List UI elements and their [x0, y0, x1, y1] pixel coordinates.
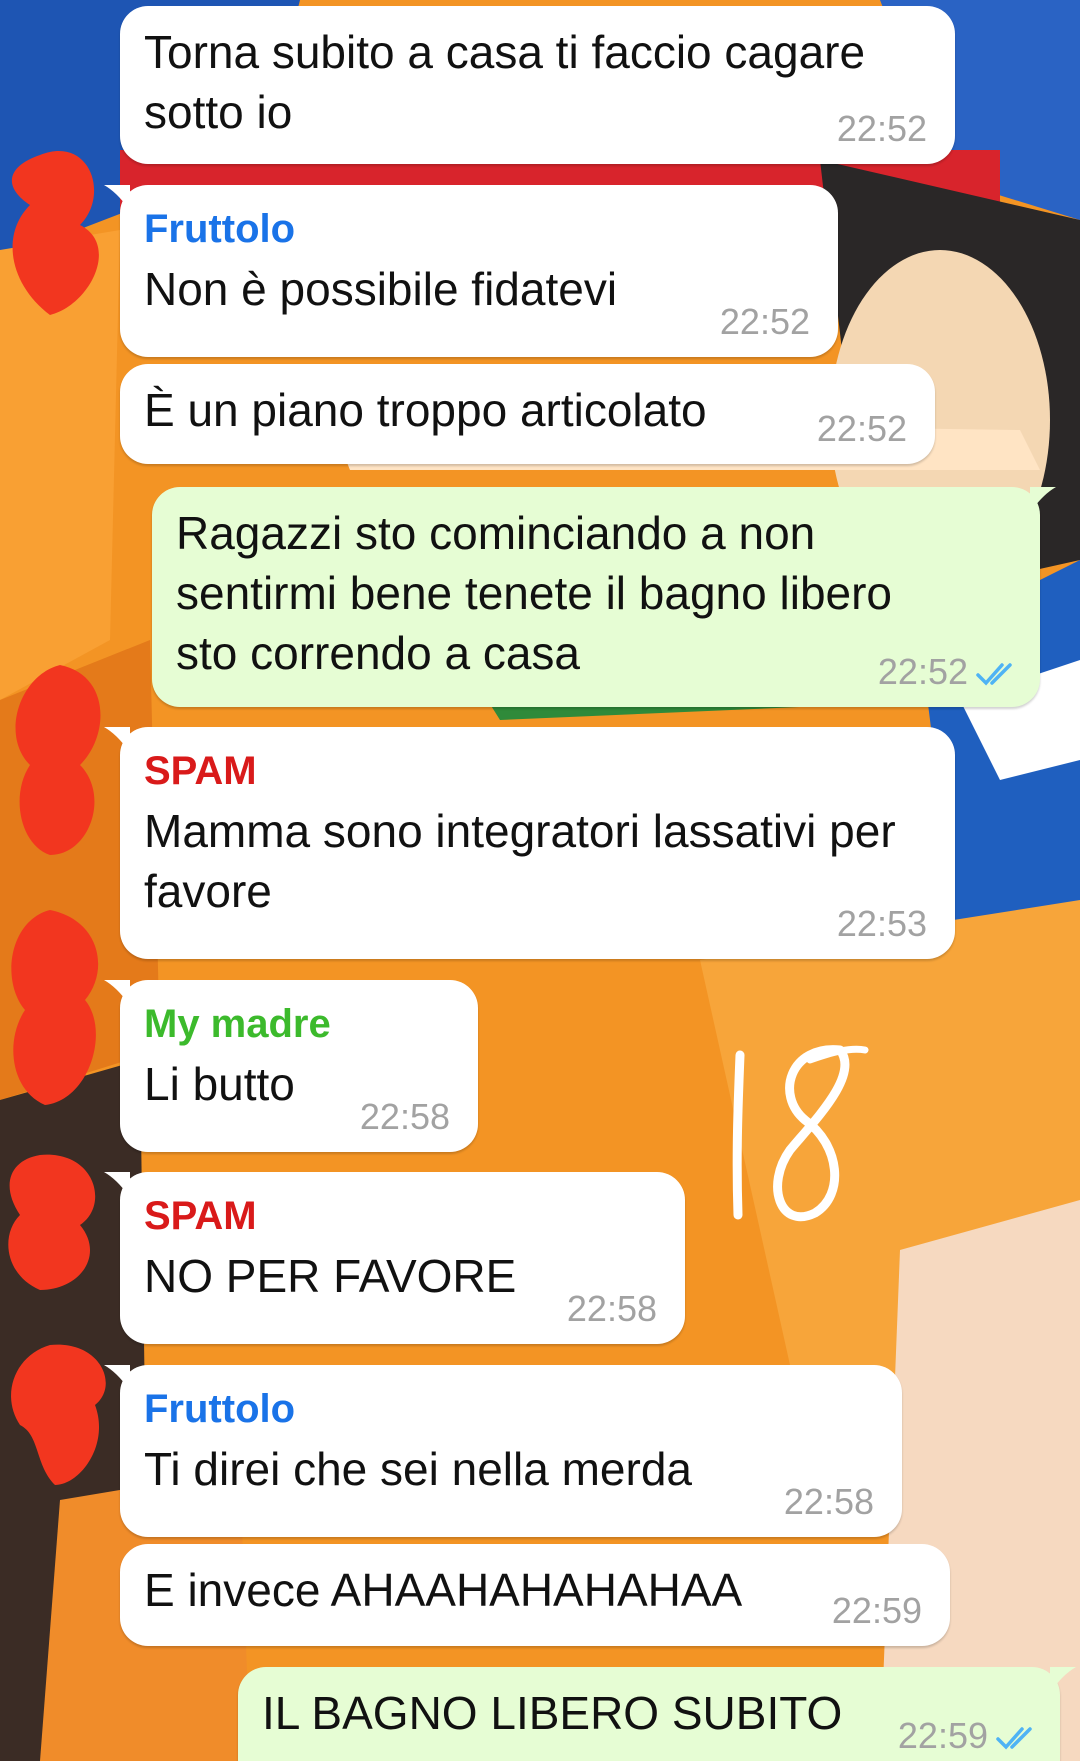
message-bubble-outgoing[interactable]: Ragazzi sto cominciando a non sentirmi b…	[152, 487, 1040, 707]
avatar-redaction	[8, 1154, 96, 1290]
message-text: Ragazzi sto cominciando a non sentirmi b…	[176, 507, 893, 679]
sender-name[interactable]: SPAM	[144, 1192, 657, 1240]
message-bubble-incoming[interactable]: Torna subito a casa ti faccio cagare sot…	[120, 6, 955, 164]
message-bubble-incoming[interactable]: Fruttolo Ti direi che sei nella merda 22…	[120, 1365, 902, 1537]
avatar-redaction	[11, 151, 99, 315]
bubble-tail	[104, 980, 130, 1006]
message-bubble-incoming[interactable]: My madre Li butto 22:58	[120, 980, 478, 1152]
bubble-tail	[104, 727, 130, 753]
message-timestamp: 22:58	[566, 1288, 657, 1329]
message-timestamp: 22:52	[836, 108, 927, 149]
message-timestamp: 22:58	[359, 1096, 450, 1137]
message-bubble-incoming[interactable]: Fruttolo Non è possibile fidatevi 22:52	[120, 185, 838, 357]
message-text: E invece AHAAHAHAHAHAA	[144, 1564, 743, 1616]
bubble-tail	[104, 185, 130, 211]
sender-name[interactable]: My madre	[144, 1000, 450, 1048]
message-bubble-incoming[interactable]: SPAM Mamma sono integratori lassativi pe…	[120, 727, 955, 959]
message-timestamp: 22:59	[831, 1590, 922, 1631]
message-timestamp: 22:58	[783, 1481, 874, 1522]
handwritten-number-drawing	[732, 1045, 869, 1222]
message-timestamp: 22:53	[836, 903, 927, 944]
message-timestamp: 22:52	[816, 408, 907, 449]
message-text: Mamma sono integratori lassativi per fav…	[144, 805, 896, 917]
avatar-redaction	[11, 910, 99, 1105]
sender-name[interactable]: SPAM	[144, 747, 927, 795]
read-receipt-icon	[996, 1727, 1032, 1750]
bubble-tail	[104, 1172, 130, 1198]
read-receipt-icon	[976, 663, 1012, 686]
message-timestamp: 22:59	[897, 1715, 988, 1756]
message-bubble-incoming[interactable]: E invece AHAAHAHAHAHAA 22:59	[120, 1544, 950, 1646]
message-timestamp: 22:52	[719, 301, 810, 342]
message-text: Ti direi che sei nella merda	[144, 1443, 692, 1495]
message-bubble-incoming[interactable]: È un piano troppo articolato 22:52	[120, 364, 935, 464]
bubble-tail	[1030, 487, 1056, 513]
message-text: Non è possibile fidatevi	[144, 263, 618, 315]
sender-name[interactable]: Fruttolo	[144, 205, 810, 253]
message-text: Torna subito a casa ti faccio cagare sot…	[144, 26, 866, 138]
sender-name[interactable]: Fruttolo	[144, 1385, 722, 1433]
message-text: È un piano troppo articolato	[144, 384, 707, 436]
message-bubble-outgoing[interactable]: IL BAGNO LIBERO SUBITO 22:59	[238, 1667, 1060, 1761]
avatar-redaction	[11, 1344, 106, 1485]
avatar-redaction	[15, 665, 101, 855]
message-bubble-incoming[interactable]: SPAM NO PER FAVORE 22:58	[120, 1172, 685, 1344]
message-timestamp: 22:52	[877, 651, 968, 692]
bubble-tail	[104, 1365, 130, 1391]
bubble-tail	[1050, 1667, 1076, 1693]
